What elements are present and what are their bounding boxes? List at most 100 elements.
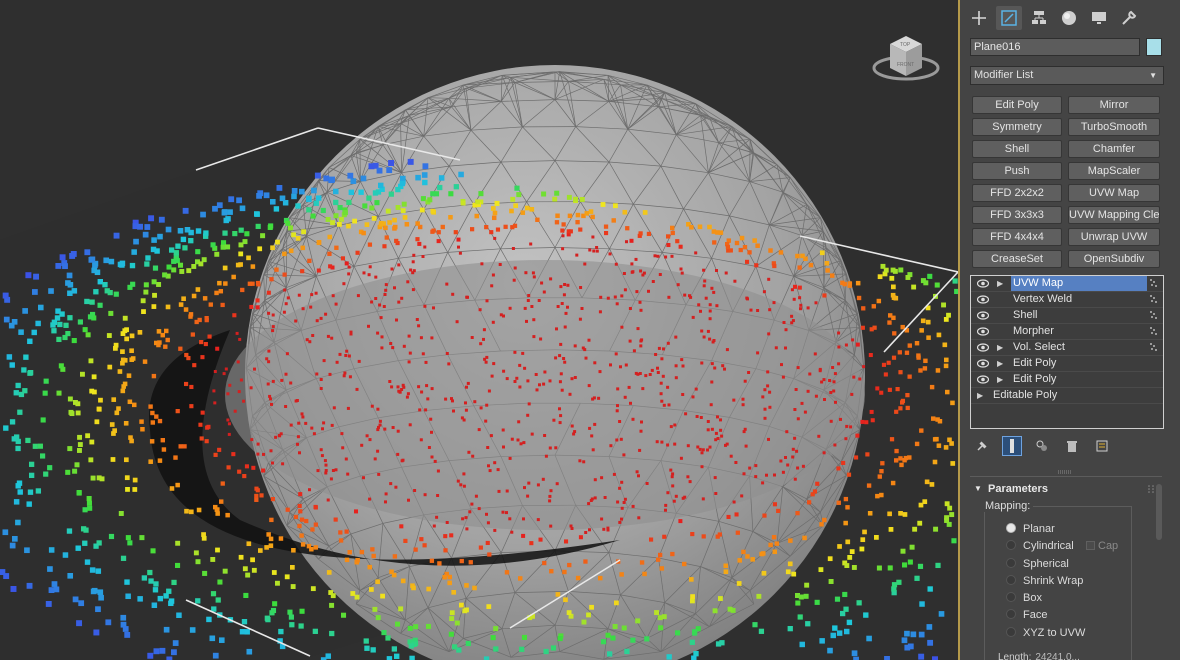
dropdown-arrow-icon: ▼ <box>1149 71 1157 80</box>
rollout-grip-icon[interactable] <box>1058 470 1072 474</box>
eye-icon[interactable] <box>977 279 989 288</box>
vertex-point <box>419 336 423 340</box>
expand-triangle-icon[interactable]: ▶ <box>997 356 1003 371</box>
vertex-point <box>111 431 116 436</box>
expand-triangle-icon[interactable]: ▶ <box>997 340 1003 355</box>
modifier-button[interactable]: UVW Map <box>1068 184 1160 202</box>
eye-icon[interactable] <box>977 343 989 352</box>
vertex-point <box>88 457 94 463</box>
modifier-stack[interactable]: ▶ UVW Map Vertex Weld Shell Morpher ▶ Vol. Sel… <box>970 275 1164 429</box>
stack-item[interactable]: ▶ Vol. Select <box>971 340 1163 356</box>
display-tab[interactable] <box>1086 6 1112 30</box>
modifier-button[interactable]: OpenSubdiv <box>1068 250 1160 268</box>
modifier-button[interactable]: FFD 2x2x2 <box>972 184 1062 202</box>
vertex-point <box>84 298 90 305</box>
vertex-point <box>179 269 185 274</box>
vertex-point <box>862 365 866 369</box>
modifier-list-dropdown[interactable]: Modifier List ▼ <box>970 66 1164 85</box>
stack-item[interactable]: ▶ Edit Poly <box>971 356 1163 372</box>
vertex-point <box>569 524 573 528</box>
eye-icon[interactable] <box>977 375 989 384</box>
vertex-point <box>661 374 665 378</box>
stack-item[interactable]: Shell <box>971 308 1163 324</box>
modifier-button[interactable]: Chamfer <box>1068 140 1160 158</box>
perspective-viewport[interactable]: FRONT TOP <box>0 0 958 660</box>
modifier-button[interactable]: UVW Mapping Clear <box>1068 206 1160 224</box>
vertex-point <box>581 619 587 625</box>
eye-icon[interactable] <box>977 327 989 336</box>
motion-tab[interactable] <box>1056 6 1082 30</box>
expand-triangle-icon[interactable]: ▶ <box>977 388 983 403</box>
vertex-point <box>712 290 716 294</box>
vertex-point <box>384 288 388 292</box>
modifier-button[interactable]: Unwrap UVW <box>1068 228 1160 246</box>
vertex-point <box>524 271 528 275</box>
vertex-point <box>54 315 61 321</box>
vertex-point <box>297 293 301 297</box>
eye-icon[interactable] <box>977 359 989 368</box>
utilities-tab[interactable] <box>1116 6 1142 30</box>
create-tab[interactable] <box>966 6 992 30</box>
make-unique-button[interactable] <box>1032 436 1052 456</box>
expand-triangle-icon[interactable]: ▶ <box>997 372 1003 387</box>
vertex-point <box>562 293 566 297</box>
modifier-button[interactable]: FFD 3x3x3 <box>972 206 1062 224</box>
modifier-button[interactable]: FFD 4x4x4 <box>972 228 1062 246</box>
stack-item[interactable]: ▶ Edit Poly <box>971 372 1163 388</box>
radio-dot <box>1006 523 1016 533</box>
stack-item[interactable]: Vertex Weld <box>971 292 1163 308</box>
vertex-point <box>549 277 553 281</box>
vertex-point <box>638 372 642 375</box>
modifier-button[interactable]: Edit Poly <box>972 96 1062 114</box>
vertex-point <box>385 208 391 214</box>
vertex-point <box>172 640 179 646</box>
vertex-point <box>324 463 328 467</box>
vertex-point <box>242 474 247 479</box>
modifier-button[interactable]: TurboSmooth <box>1068 118 1160 136</box>
vertex-point <box>347 550 352 555</box>
checkbox-box <box>1086 541 1095 551</box>
object-color-swatch[interactable] <box>1146 38 1162 56</box>
vertex-point <box>296 435 300 439</box>
stack-item[interactable]: Morpher <box>971 324 1163 340</box>
viewcube[interactable]: FRONT TOP <box>868 30 944 86</box>
vertex-point <box>582 460 586 464</box>
vertex-point <box>57 321 63 328</box>
vertex-point <box>923 358 928 364</box>
stack-item[interactable]: ▶ UVW Map <box>971 276 1163 292</box>
vertex-point <box>935 562 941 569</box>
vertex-point <box>566 305 569 309</box>
modify-tab[interactable] <box>996 6 1022 30</box>
object-name-field[interactable]: Plane016 <box>970 38 1140 56</box>
modifier-button[interactable]: Mirror <box>1068 96 1160 114</box>
panel-scrollbar[interactable] <box>1156 484 1162 540</box>
remove-modifier-button[interactable] <box>1062 436 1082 456</box>
eye-icon[interactable] <box>977 295 989 304</box>
stack-base-object[interactable]: ▶ Editable Poly <box>971 388 1163 404</box>
parameters-rollout-header[interactable]: ▼ Parameters <box>970 480 1164 498</box>
configure-modifier-sets-button[interactable] <box>1092 436 1112 456</box>
vertex-point <box>400 175 406 182</box>
vertex-point <box>675 239 680 244</box>
vertex-point <box>691 655 697 660</box>
vertex-point <box>561 247 565 251</box>
vertex-point <box>9 542 16 549</box>
vertex-point <box>294 399 298 403</box>
modifier-button[interactable]: MapScaler <box>1068 162 1160 180</box>
show-end-result-button[interactable] <box>1002 436 1022 456</box>
expand-triangle-icon[interactable]: ▶ <box>997 276 1003 291</box>
hierarchy-tab[interactable] <box>1026 6 1052 30</box>
vertex-point <box>409 268 413 272</box>
vertex-point <box>326 570 332 575</box>
length-value[interactable]: 24241.0... <box>1035 652 1079 660</box>
modifier-button[interactable]: CreaseSet <box>972 250 1062 268</box>
pin-stack-button[interactable] <box>972 436 992 456</box>
eye-icon[interactable] <box>977 311 989 320</box>
modifier-button[interactable]: Symmetry <box>972 118 1062 136</box>
vertex-point <box>113 291 119 297</box>
vertex-point <box>891 582 898 588</box>
modifier-button[interactable]: Shell <box>972 140 1062 158</box>
modifier-button[interactable]: Push <box>972 162 1062 180</box>
cap-checkbox[interactable]: Cap <box>1086 539 1118 553</box>
stack-item-label: Morpher <box>1013 325 1054 337</box>
